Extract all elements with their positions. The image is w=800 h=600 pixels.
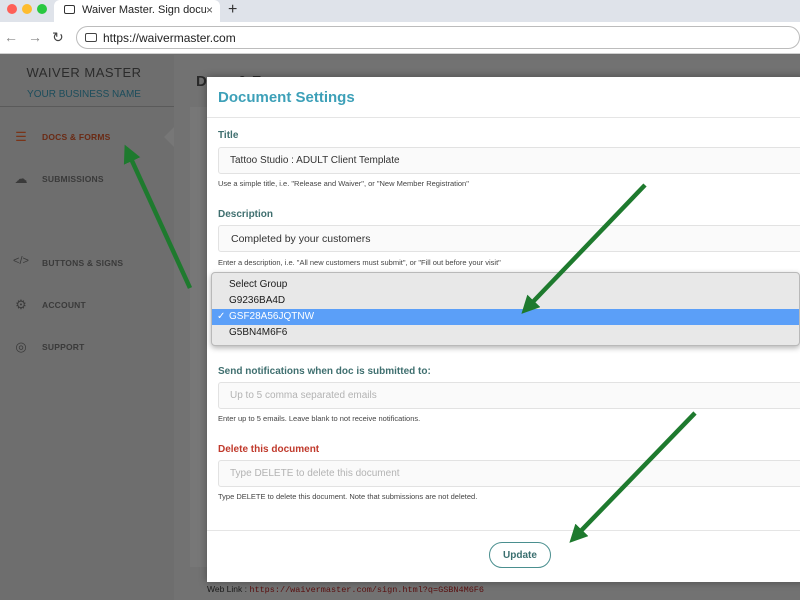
notifications-label: Send notifications when doc is submitted… xyxy=(218,366,431,377)
back-arrow-icon[interactable]: ← xyxy=(4,29,18,45)
option-label: GSF28A56JQTNW xyxy=(229,311,315,322)
checkmark-icon: ✓ xyxy=(217,311,226,322)
tab-title: Waiver Master. Sign documents xyxy=(82,4,206,16)
minimize-window-button[interactable] xyxy=(22,4,32,14)
browser-toolbar: ← → ↻ https://waivermaster.com xyxy=(0,22,800,54)
description-field[interactable]: Completed by your customers xyxy=(218,225,800,252)
web-link-label: Web Link : xyxy=(207,584,250,594)
sidebar-item-support[interactable]: ◎ SUPPORT xyxy=(12,339,172,357)
sidebar-item-submissions[interactable]: ☁ SUBMISSIONS xyxy=(12,171,172,189)
brand-name: WAIVER MASTER xyxy=(26,65,142,80)
page-icon xyxy=(64,5,75,14)
tab-close-icon[interactable]: × xyxy=(206,3,213,17)
sidebar: WAIVER MASTER YOUR BUSINESS NAME ☰ DOCS … xyxy=(0,55,174,600)
update-button[interactable]: Update xyxy=(489,542,551,568)
group-select-dropdown[interactable]: Select Group G9236BA4D ✓ GSF28A56JQTNW G… xyxy=(211,272,800,346)
code-icon: </> xyxy=(13,255,29,267)
close-window-button[interactable] xyxy=(7,4,17,14)
description-value[interactable]: Completed by your customers xyxy=(231,233,370,245)
gears-icon: ⚙ xyxy=(15,297,27,312)
sidebar-item-label: SUPPORT xyxy=(42,342,85,352)
sidebar-item-label: BUTTONS & SIGNS xyxy=(42,258,124,268)
sidebar-item-label: ACCOUNT xyxy=(42,300,86,310)
web-link-url[interactable]: https://waivermaster.com/sign.html?q=GSB… xyxy=(249,585,484,595)
browser-tab-bar: Waiver Master. Sign documents × + xyxy=(0,0,800,22)
title-label: Title xyxy=(218,130,239,141)
modal-header-divider xyxy=(207,117,800,118)
lifebuoy-icon: ◎ xyxy=(15,339,27,354)
notifications-help: Enter up to 5 emails. Leave blank to not… xyxy=(218,414,421,423)
cloud-upload-icon: ☁ xyxy=(14,171,28,186)
list-icon: ☰ xyxy=(15,129,27,144)
page-info-icon[interactable] xyxy=(85,33,97,42)
url-text[interactable]: https://waivermaster.com xyxy=(103,31,236,45)
sidebar-item-buttons-signs[interactable]: </> BUTTONS & SIGNS xyxy=(12,255,172,273)
new-tab-button[interactable]: + xyxy=(228,1,237,19)
browser-tab[interactable]: Waiver Master. Sign documents × xyxy=(54,0,220,22)
option-label: G9236BA4D xyxy=(229,295,286,306)
active-item-caret xyxy=(164,127,174,147)
title-help: Use a simple title, i.e. "Release and Wa… xyxy=(218,179,469,188)
select-option[interactable]: G9236BA4D xyxy=(212,293,799,309)
sidebar-item-account[interactable]: ⚙ ACCOUNT xyxy=(12,297,172,315)
notifications-email-field[interactable]: Up to 5 comma separated emails xyxy=(218,382,800,409)
modal-footer-divider xyxy=(207,530,800,531)
delete-help: Type DELETE to delete this document. Not… xyxy=(218,492,478,501)
delete-placeholder[interactable]: Type DELETE to delete this document xyxy=(230,468,400,479)
sidebar-divider xyxy=(0,106,174,107)
web-link: Web Link : https://waivermaster.com/sign… xyxy=(207,584,484,595)
title-value[interactable]: Tattoo Studio : ADULT Client Template xyxy=(230,155,400,166)
address-bar[interactable]: https://waivermaster.com xyxy=(76,26,800,49)
sidebar-item-docs-forms[interactable]: ☰ DOCS & FORMS xyxy=(12,129,172,147)
reload-icon[interactable]: ↻ xyxy=(52,29,64,46)
delete-label: Delete this document xyxy=(218,444,320,455)
sidebar-item-label: DOCS & FORMS xyxy=(42,132,111,142)
select-option[interactable]: G5BN4M6F6 xyxy=(212,325,799,341)
modal-title: Document Settings xyxy=(218,89,355,106)
option-label: Select Group xyxy=(229,279,288,290)
select-option[interactable]: Select Group xyxy=(212,277,799,293)
description-help: Enter a description, i.e. "All new custo… xyxy=(218,258,501,267)
sidebar-item-label: SUBMISSIONS xyxy=(42,174,104,184)
business-name: YOUR BUSINESS NAME xyxy=(27,89,141,100)
title-field[interactable]: Tattoo Studio : ADULT Client Template xyxy=(218,147,800,174)
description-label: Description xyxy=(218,209,274,220)
select-option-selected[interactable]: ✓ GSF28A56JQTNW xyxy=(212,309,799,325)
notifications-placeholder[interactable]: Up to 5 comma separated emails xyxy=(230,390,377,401)
forward-arrow-icon[interactable]: → xyxy=(28,29,42,45)
maximize-window-button[interactable] xyxy=(37,4,47,14)
option-label: G5BN4M6F6 xyxy=(229,327,288,338)
delete-confirm-field[interactable]: Type DELETE to delete this document xyxy=(218,460,800,487)
